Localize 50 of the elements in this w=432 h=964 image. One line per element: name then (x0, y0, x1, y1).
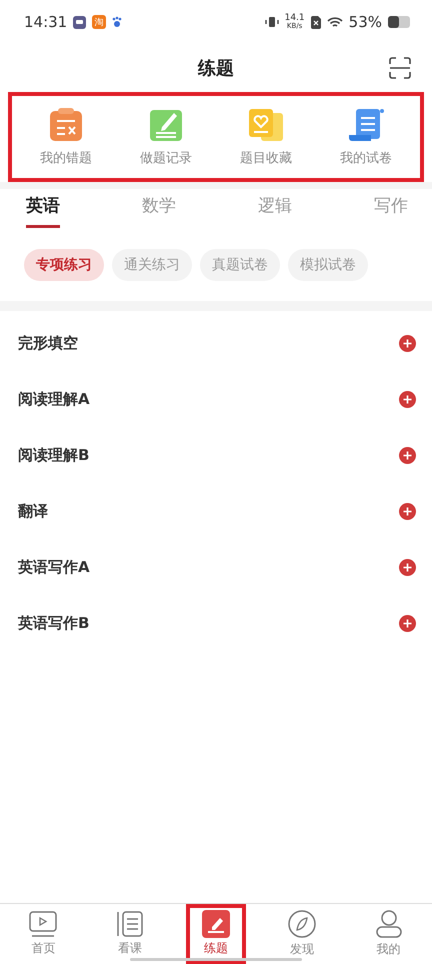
battery-icon (388, 16, 410, 28)
person-icon (374, 908, 404, 938)
topic-label[interactable]: 英语写作B (18, 614, 90, 632)
status-time: 14:31 (24, 14, 68, 30)
topic-label[interactable]: 完形填空 (18, 334, 78, 352)
practice-filter[interactable]: 模拟试卷 (288, 249, 368, 281)
add-icon[interactable] (399, 446, 416, 464)
topic-label[interactable]: 阅读理解A (18, 390, 90, 408)
shortcut-button[interactable]: 我的试卷 (326, 107, 406, 167)
add-icon[interactable] (399, 558, 416, 576)
subject-tab[interactable]: 数学 (142, 194, 176, 228)
network-speed: 14.1 (284, 14, 305, 23)
list-icon (115, 910, 146, 938)
topic-label[interactable]: 英语写作A (18, 558, 90, 576)
add-icon[interactable] (399, 390, 416, 408)
shortcut-button[interactable]: 我的错题 (26, 107, 106, 167)
shortcut-button[interactable]: 题目收藏 (226, 107, 306, 167)
add-icon[interactable] (399, 334, 416, 352)
app-badge: 淘 (92, 15, 106, 29)
add-icon[interactable] (399, 614, 416, 632)
subject-tab[interactable]: 逻辑 (258, 194, 292, 228)
sim-icon (310, 16, 321, 28)
nav-tab[interactable]: 看课 (99, 904, 162, 964)
practice-filter[interactable]: 专项练习 (24, 249, 104, 281)
topic-label[interactable]: 阅读理解B (18, 446, 90, 464)
subject-tab[interactable]: 写作 (374, 194, 408, 228)
heart-cards-icon (247, 107, 285, 143)
clipboard-icon (48, 107, 84, 143)
wifi-icon (326, 16, 343, 28)
vibrate-icon (264, 16, 279, 28)
video-icon (28, 910, 58, 938)
subject-tab[interactable]: 英语 (26, 194, 60, 228)
compass-icon (286, 908, 317, 938)
nav-tab[interactable]: 首页 (12, 904, 74, 964)
add-icon[interactable] (399, 502, 416, 520)
page-title: 练题 (198, 57, 234, 80)
nav-tab[interactable]: 我的 (358, 902, 420, 964)
practice-filter[interactable]: 通关练习 (112, 249, 192, 281)
topic-label[interactable]: 翻译 (18, 502, 48, 520)
app-icon (73, 16, 86, 28)
nav-tab[interactable]: 发现 (270, 902, 333, 964)
scan-button[interactable] (388, 56, 412, 80)
shortcut-button[interactable]: 做题记录 (126, 107, 206, 167)
note-pencil-icon (148, 107, 184, 143)
practice-filter[interactable]: 真题试卷 (200, 249, 280, 281)
battery-percent: 53% (348, 14, 382, 30)
scan-icon (388, 56, 412, 80)
paw-icon (112, 16, 122, 28)
pencil-icon (202, 910, 230, 938)
scroll-icon (348, 107, 384, 143)
